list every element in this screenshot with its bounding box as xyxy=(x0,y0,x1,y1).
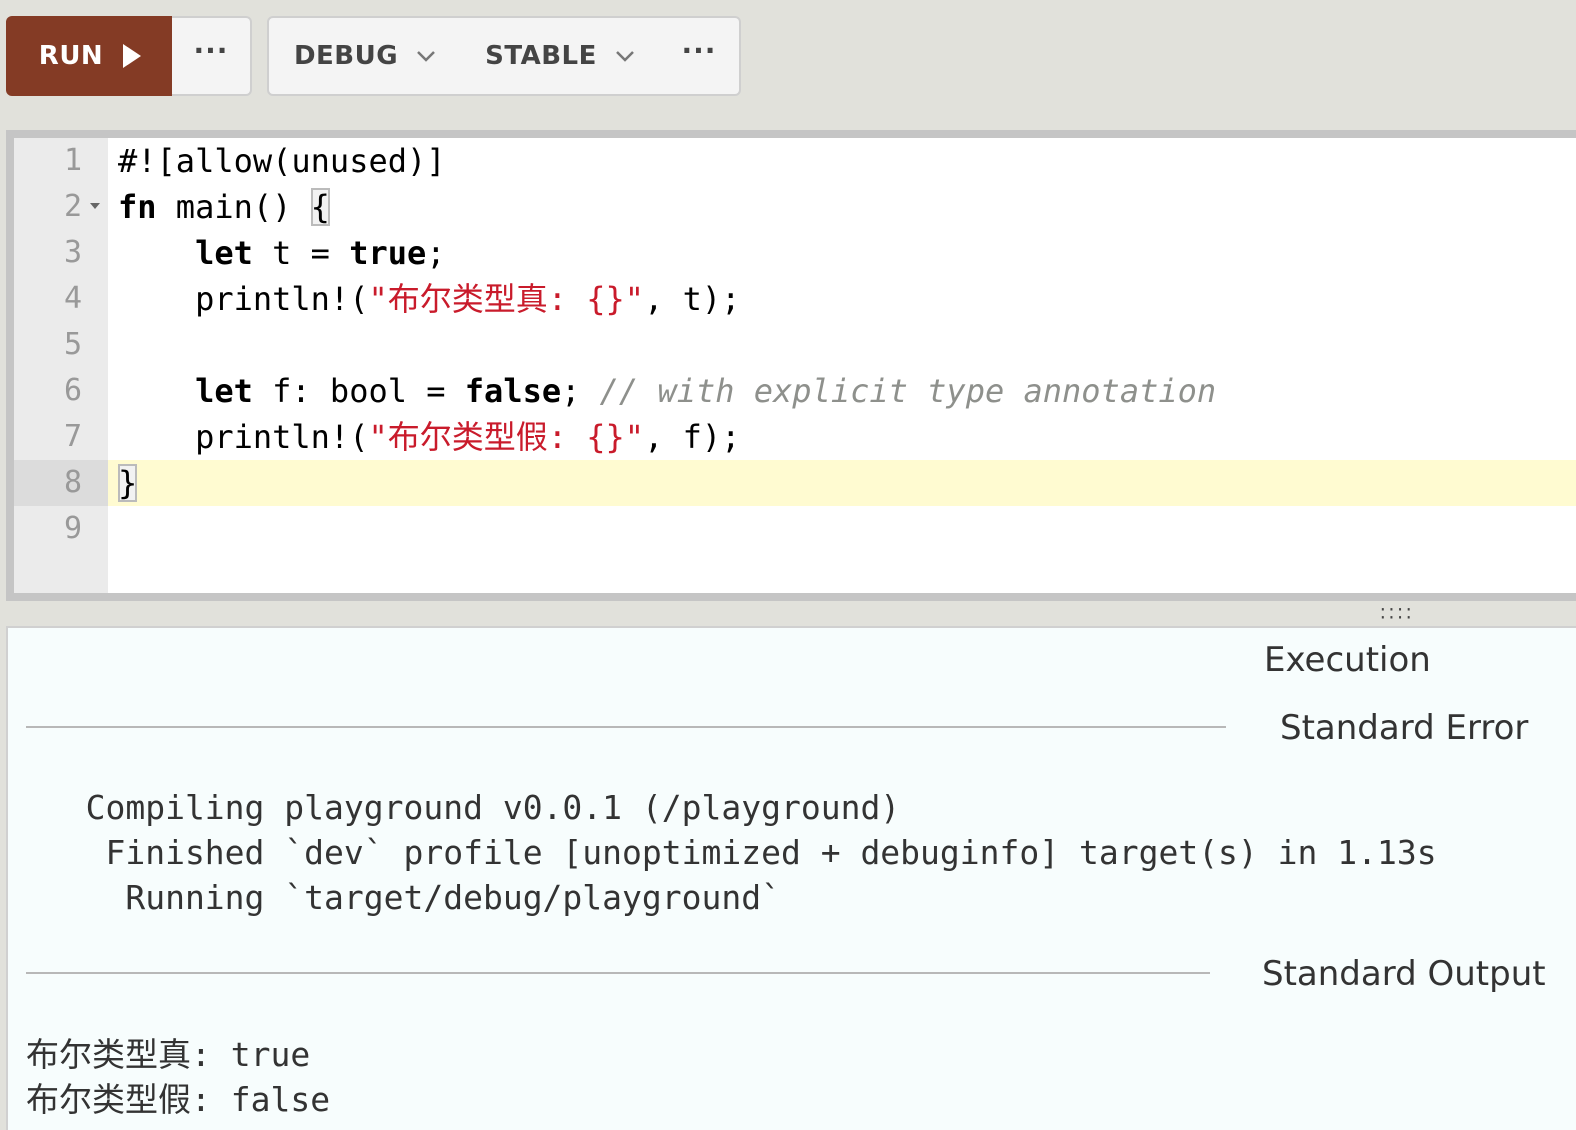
chevron-down-icon xyxy=(615,49,635,63)
run-more-button[interactable]: ··· xyxy=(172,16,252,96)
stderr-line: Running `target/debug/playground` xyxy=(26,878,781,917)
code-line: println!("布尔类型真: {}", t); xyxy=(195,280,741,318)
chevron-down-icon xyxy=(416,49,436,63)
line-number: 6 xyxy=(63,373,82,408)
line-number: 2 xyxy=(63,189,82,224)
more-icon: ··· xyxy=(193,34,229,67)
stderr-line: Finished `dev` profile [unoptimized + de… xyxy=(26,833,1437,872)
code-line: fn main() { xyxy=(118,188,330,226)
line-number: 8 xyxy=(63,465,82,500)
build-mode-dropdown[interactable]: DEBUG xyxy=(267,16,463,96)
execution-title: Execution xyxy=(1264,640,1431,680)
code-line: #![allow(unused)] xyxy=(118,142,446,180)
tools-more-button[interactable]: ··· xyxy=(659,16,741,96)
stderr-title: Standard Error xyxy=(1280,708,1529,748)
fold-toggle-icon[interactable] xyxy=(90,203,100,209)
stable-label: STABLE xyxy=(485,41,597,71)
code-line: println!("布尔类型假: {}", f); xyxy=(195,418,741,456)
code-line: let f: bool = false; // with explicit ty… xyxy=(195,372,1217,410)
stdout-title: Standard Output xyxy=(1262,954,1546,994)
code-editor[interactable]: 1 2 3 4 5 6 7 8 9 #![allow(unused)] fn m… xyxy=(6,130,1576,601)
active-line-highlight xyxy=(14,460,1576,506)
line-number: 7 xyxy=(63,419,82,454)
stdout-line: 布尔类型假: false xyxy=(26,1080,331,1119)
debug-label: DEBUG xyxy=(293,41,399,71)
code-line: } xyxy=(118,464,138,502)
line-number: 5 xyxy=(63,327,82,362)
channel-dropdown[interactable]: STABLE xyxy=(461,16,661,96)
run-button[interactable]: RUN xyxy=(6,16,174,96)
resize-handle-icon[interactable]: ···· ···· xyxy=(1378,602,1414,626)
line-number: 9 xyxy=(63,511,82,546)
code-line: let t = true; xyxy=(195,234,446,272)
line-number: 3 xyxy=(63,235,82,270)
stdout-line: 布尔类型真: true xyxy=(26,1035,311,1074)
more-icon: ··· xyxy=(681,34,717,67)
run-label: RUN xyxy=(38,41,104,71)
divider xyxy=(26,726,1226,728)
divider xyxy=(26,972,1210,974)
stderr-line: Compiling playground v0.0.1 (/playground… xyxy=(26,788,901,827)
line-number: 4 xyxy=(63,281,82,316)
output-panel: Execution Standard Error Compiling playg… xyxy=(6,626,1576,1130)
play-icon xyxy=(123,44,142,68)
line-number: 1 xyxy=(63,143,82,178)
